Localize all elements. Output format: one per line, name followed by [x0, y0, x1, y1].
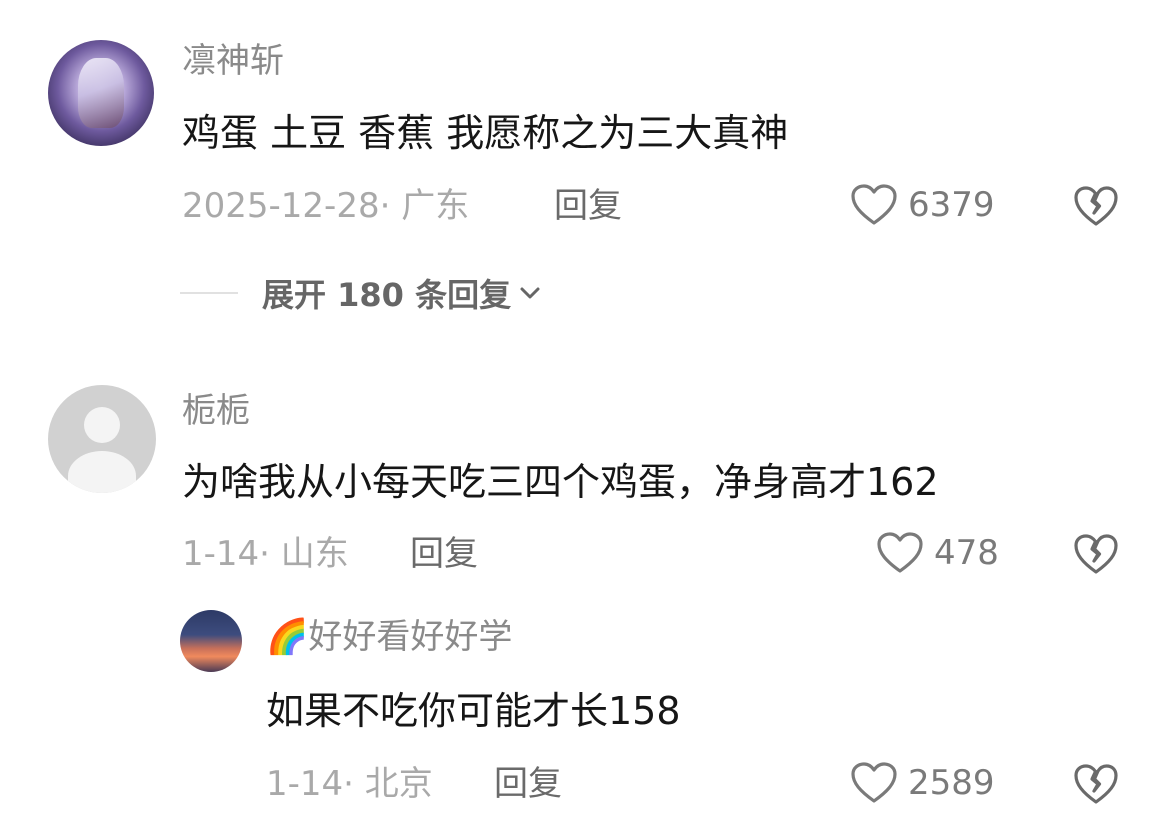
comment-text: 如果不吃你可能才长158: [266, 689, 681, 733]
like-count: 2589: [908, 763, 995, 803]
avatar[interactable]: [48, 40, 154, 146]
avatar[interactable]: [180, 610, 242, 672]
expand-replies-label: 展开 180 条回复: [262, 276, 512, 314]
comment-date-location: 2025-12-28· 广东: [182, 186, 470, 226]
heart-icon: [850, 761, 898, 805]
rainbow-icon: 🌈: [266, 617, 309, 657]
heart-icon: [876, 531, 924, 575]
broken-heart-icon[interactable]: [1073, 763, 1119, 805]
expand-replies-button[interactable]: 展开 180 条回复: [180, 270, 541, 316]
username[interactable]: 栀栀: [182, 394, 250, 428]
username[interactable]: 凛神斩: [182, 44, 284, 78]
comment-text: 为啥我从小每天吃三四个鸡蛋，净身高才162: [182, 460, 939, 504]
heart-icon: [850, 183, 898, 227]
like-button[interactable]: 6379: [850, 183, 995, 227]
comment-date-location: 1-14· 山东: [182, 534, 349, 574]
comment-text: 鸡蛋 土豆 香蕉 我愿称之为三大真神: [182, 111, 789, 155]
comment-date-location: 1-14· 北京: [266, 764, 433, 804]
like-count: 478: [934, 533, 999, 573]
like-count: 6379: [908, 185, 995, 225]
broken-heart-icon[interactable]: [1073, 185, 1119, 227]
divider: [180, 292, 238, 294]
reply-button[interactable]: 回复: [494, 767, 562, 801]
reply-button[interactable]: 回复: [554, 189, 622, 223]
reply-button[interactable]: 回复: [410, 537, 478, 571]
like-button[interactable]: 478: [876, 531, 999, 575]
like-button[interactable]: 2589: [850, 761, 995, 805]
username[interactable]: 🌈好好看好好学: [266, 620, 512, 654]
broken-heart-icon[interactable]: [1073, 533, 1119, 575]
avatar[interactable]: [48, 385, 156, 493]
chevron-down-icon: [519, 286, 541, 300]
username-text: 好好看好好学: [308, 617, 513, 657]
